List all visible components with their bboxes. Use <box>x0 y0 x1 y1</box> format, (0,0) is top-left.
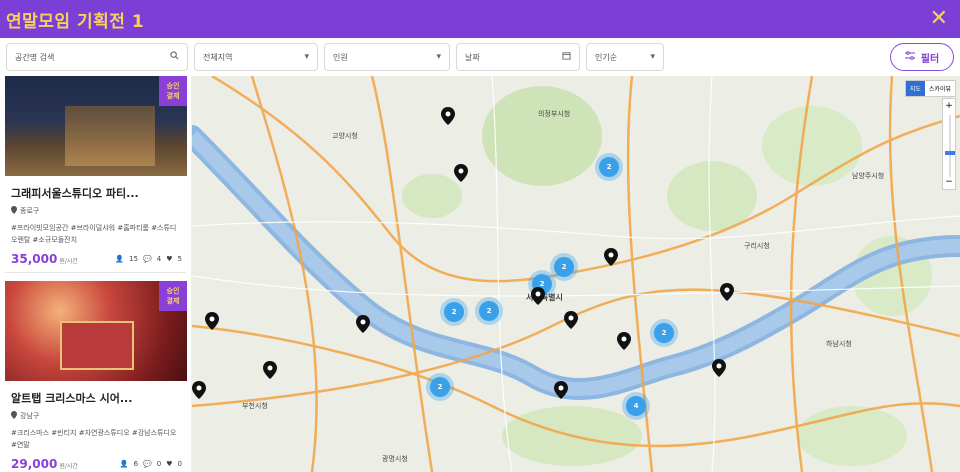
zoom-slider-handle[interactable] <box>945 151 955 155</box>
map-pin-icon[interactable] <box>554 381 568 399</box>
space-title[interactable]: 알트탭 크리스마스 시어... <box>11 390 186 406</box>
space-tags: #크리스마스 #빈티지 #자연광스튜디오 #강남스튜디오 #연말 <box>11 429 177 449</box>
map-type-map[interactable]: 지도 <box>905 81 925 96</box>
people-count: 15 <box>129 255 139 263</box>
region-select-value: 전체지역 <box>203 52 233 62</box>
people-count: 6 <box>133 460 139 468</box>
location-pin-icon <box>11 206 17 216</box>
map-cluster[interactable]: 4 <box>626 396 646 416</box>
map-cluster[interactable]: 2 <box>430 377 450 397</box>
filter-bar: 공간명 검색 전체지역 ▾ 인원 ▾ 날짜 인기순 ▾ 필터 <box>0 38 960 76</box>
location-text: 강남구 <box>20 412 40 420</box>
heart-icon: ♥ <box>166 460 173 468</box>
comment-icon: 💬 <box>143 255 152 263</box>
zoom-in-button[interactable]: + <box>943 99 955 113</box>
map-pin-icon[interactable] <box>617 332 631 350</box>
price-unit: 원/시간 <box>59 258 78 265</box>
comment-count: 0 <box>156 460 162 468</box>
map-pin-icon[interactable] <box>205 312 219 330</box>
approval-badge: 승인 결제 <box>159 76 187 106</box>
svg-text:고양시청: 고양시청 <box>332 132 358 140</box>
date-picker[interactable]: 날짜 <box>456 43 580 71</box>
approval-badge: 승인 결제 <box>159 281 187 311</box>
space-thumbnail[interactable]: 승인 결제 <box>5 76 187 176</box>
map-type-toggle: 지도 스카이뷰 <box>904 80 956 97</box>
search-input[interactable]: 공간명 검색 <box>6 43 188 71</box>
map-pin-icon[interactable] <box>263 361 277 379</box>
location-pin-icon <box>11 411 17 421</box>
space-tags: #프라이빗모임공간 #브라이덜샤워 #홈파티룸 #스튜디오렌탈 #소규모돌잔치 <box>11 224 177 244</box>
space-location: 종로구 <box>11 206 186 216</box>
map-cluster[interactable]: 2 <box>479 301 499 321</box>
sort-select-value: 인기순 <box>595 52 618 62</box>
filter-sliders-icon <box>904 51 915 63</box>
chevron-down-icon: ▾ <box>304 52 309 62</box>
space-title[interactable]: 그래피서울스튜디오 파티... <box>11 185 186 201</box>
price-value: 35,000 <box>11 252 58 266</box>
comment-icon: 💬 <box>143 460 152 468</box>
map-cluster[interactable]: 2 <box>599 157 619 177</box>
map-pin-icon[interactable] <box>604 248 618 266</box>
people-select[interactable]: 인원 ▾ <box>324 43 450 71</box>
page-title: 연말모임 기획전 1 <box>6 11 145 32</box>
svg-text:의정부시청: 의정부시청 <box>538 109 570 118</box>
space-price: 35,000 원/시간 <box>11 252 78 266</box>
chevron-down-icon: ▾ <box>650 52 655 62</box>
map-pin-icon[interactable] <box>454 164 468 182</box>
person-icon: 👤 <box>119 460 129 468</box>
map-base: 고양시청 의정부시청 서울특별시 구리시청 남양주시청 하남시청 부천시청 광명… <box>192 76 960 472</box>
like-count: 5 <box>177 255 182 263</box>
person-icon: 👤 <box>115 255 125 263</box>
map-cluster[interactable]: 2 <box>554 257 574 277</box>
svg-text:부천시청: 부천시청 <box>242 401 268 410</box>
svg-text:남양주시청: 남양주시청 <box>852 171 884 180</box>
search-icon <box>170 51 179 63</box>
price-unit: 원/시간 <box>59 463 78 470</box>
svg-text:광명시청: 광명시청 <box>382 454 408 463</box>
search-placeholder: 공간명 검색 <box>15 52 55 62</box>
map-pin-icon[interactable] <box>712 359 726 377</box>
close-icon[interactable]: ✕ <box>930 8 948 30</box>
space-card[interactable]: 승인 결제 알트탭 크리스마스 시어... 강남구 #크리스마스 #빈티지 #자연… <box>5 281 187 472</box>
svg-text:구리시청: 구리시청 <box>744 241 770 250</box>
map-pin-icon[interactable] <box>720 283 734 301</box>
map-cluster[interactable]: 2 <box>444 302 464 322</box>
like-count: 0 <box>177 460 182 468</box>
people-select-value: 인원 <box>333 52 348 62</box>
space-stats: 👤 6 💬 0 ♥ 0 <box>120 460 182 468</box>
map-pin-icon[interactable] <box>356 315 370 333</box>
calendar-icon <box>562 51 571 63</box>
space-stats: 👤 15 💬 4 ♥ 5 <box>115 255 182 263</box>
map-type-skyview[interactable]: 스카이뷰 <box>925 81 955 96</box>
map-cluster[interactable]: 2 <box>654 323 674 343</box>
filter-button[interactable]: 필터 <box>890 43 954 71</box>
comment-count: 4 <box>156 255 162 263</box>
space-location: 강남구 <box>11 411 186 421</box>
zoom-track <box>949 115 951 177</box>
space-card[interactable]: 승인 결제 그래피서울스튜디오 파티... 종로구 #프라이빗모임공간 #브라이덜… <box>5 76 187 273</box>
space-price: 29,000 원/시간 <box>11 457 78 471</box>
price-value: 29,000 <box>11 457 58 471</box>
svg-text:하남시청: 하남시청 <box>826 339 852 348</box>
map-pin-icon[interactable] <box>441 107 455 125</box>
date-picker-value: 날짜 <box>465 52 480 62</box>
map-pin-icon[interactable] <box>564 311 578 329</box>
region-select[interactable]: 전체지역 ▾ <box>194 43 318 71</box>
sort-select[interactable]: 인기순 ▾ <box>586 43 664 71</box>
space-thumbnail[interactable]: 승인 결제 <box>5 281 187 381</box>
zoom-out-button[interactable]: − <box>943 175 955 189</box>
map-pin-icon[interactable] <box>192 381 206 399</box>
space-list: 승인 결제 그래피서울스튜디오 파티... 종로구 #프라이빗모임공간 #브라이덜… <box>0 76 192 472</box>
filter-button-label: 필터 <box>920 53 940 65</box>
chevron-down-icon: ▾ <box>436 52 441 62</box>
zoom-control: + − <box>942 98 956 190</box>
map-view[interactable]: 고양시청 의정부시청 서울특별시 구리시청 남양주시청 하남시청 부천시청 광명… <box>192 76 960 472</box>
app-header: 연말모임 기획전 1 ✕ <box>0 0 960 38</box>
heart-icon: ♥ <box>166 255 173 263</box>
location-text: 종로구 <box>20 207 40 215</box>
map-pin-icon[interactable] <box>531 287 545 305</box>
